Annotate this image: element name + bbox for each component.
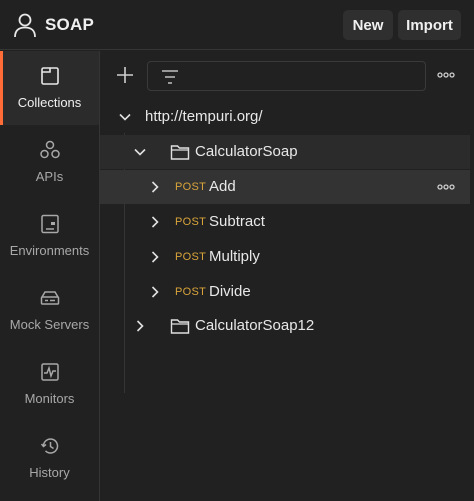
new-button[interactable]: New xyxy=(343,10,393,40)
tree-row-folder[interactable]: CalculatorSoap xyxy=(100,135,470,169)
sidebar-item-monitors[interactable]: Monitors xyxy=(0,347,99,421)
more-options-icon[interactable] xyxy=(436,179,456,195)
collections-panel: http://tempuri.org/ CalculatorSoap POST … xyxy=(100,51,474,501)
history-icon xyxy=(40,438,58,454)
tree-row-request[interactable]: POST Add xyxy=(100,170,470,204)
folder-icon xyxy=(170,319,190,334)
request-label: Add xyxy=(209,178,236,195)
mock-servers-icon xyxy=(40,291,59,305)
plus-icon[interactable] xyxy=(114,64,136,86)
chevron-down-icon[interactable] xyxy=(118,110,132,124)
tree-row-folder[interactable]: CalculatorSoap12 xyxy=(100,309,470,343)
sidebar-item-label: History xyxy=(29,465,70,480)
monitors-icon xyxy=(40,363,59,381)
sidebar-item-mock-servers[interactable]: Mock Servers xyxy=(0,273,99,347)
folder-icon xyxy=(170,145,190,160)
sidebar-item-label: Collections xyxy=(17,95,82,110)
tree-row-request[interactable]: POST Divide xyxy=(100,275,470,309)
more-options-icon[interactable] xyxy=(436,67,456,83)
request-label: Subtract xyxy=(209,213,265,230)
apis-icon xyxy=(39,140,60,159)
sidebar-item-history[interactable]: History xyxy=(0,421,99,495)
import-button[interactable]: Import xyxy=(398,10,461,40)
workspace-name[interactable]: SOAP xyxy=(45,15,94,35)
request-label: Divide xyxy=(209,283,251,300)
method-badge: POST xyxy=(175,216,207,228)
tree-row-root[interactable]: http://tempuri.org/ xyxy=(100,100,470,134)
chevron-right-icon[interactable] xyxy=(148,285,162,299)
chevron-right-icon[interactable] xyxy=(148,250,162,264)
filter-icon[interactable] xyxy=(160,68,180,86)
sidebar: Collections APIs Environments Mock Serve… xyxy=(0,51,100,501)
sidebar-item-collections[interactable]: Collections xyxy=(0,51,99,125)
user-icon xyxy=(14,13,36,38)
sidebar-item-label: APIs xyxy=(35,169,64,184)
workspace-header: SOAP New Import xyxy=(0,0,474,50)
collections-icon xyxy=(40,67,59,85)
filter-input[interactable] xyxy=(147,61,426,91)
folder-label: CalculatorSoap xyxy=(195,143,298,160)
method-badge: POST xyxy=(175,286,207,298)
chevron-right-icon[interactable] xyxy=(148,180,162,194)
tree-row-request[interactable]: POST Subtract xyxy=(100,205,470,239)
tree-row-request[interactable]: POST Multiply xyxy=(100,240,470,274)
sidebar-item-label: Environments xyxy=(9,243,90,258)
chevron-right-icon[interactable] xyxy=(133,319,147,333)
chevron-right-icon[interactable] xyxy=(148,215,162,229)
sidebar-item-environments[interactable]: Environments xyxy=(0,199,99,273)
sidebar-item-apis[interactable]: APIs xyxy=(0,125,99,199)
sidebar-item-label: Monitors xyxy=(24,391,75,406)
folder-label: CalculatorSoap12 xyxy=(195,317,315,334)
environments-icon xyxy=(40,214,59,234)
method-badge: POST xyxy=(175,181,207,193)
method-badge: POST xyxy=(175,251,207,263)
postman-app: SOAP New Import Collections APIs Environ… xyxy=(0,0,474,501)
request-label: Multiply xyxy=(209,248,260,265)
tree-root-label: http://tempuri.org/ xyxy=(145,108,263,125)
sidebar-item-label: Mock Servers xyxy=(9,317,90,332)
chevron-down-icon[interactable] xyxy=(133,145,147,159)
